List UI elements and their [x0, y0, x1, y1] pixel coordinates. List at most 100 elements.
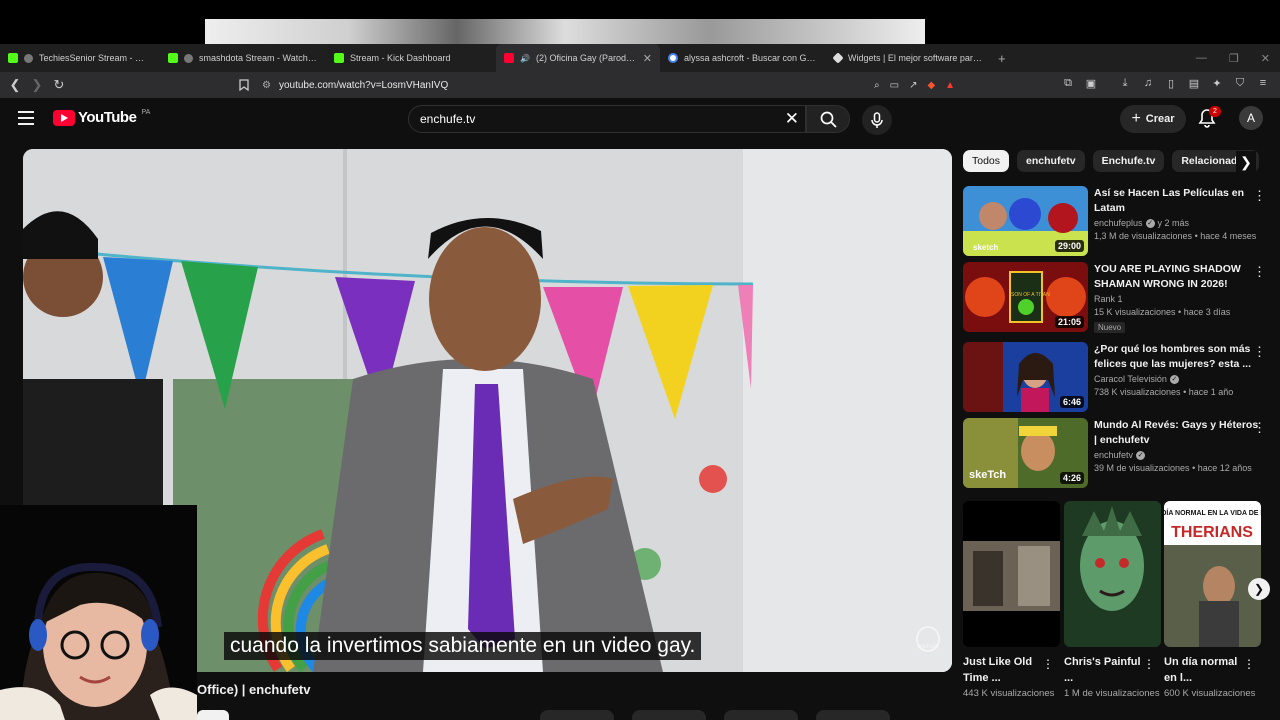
- create-button[interactable]: + Crear: [1120, 105, 1186, 133]
- recommendation-item[interactable]: sketch 29:00 Así se Hacen Las Películas …: [963, 186, 1280, 258]
- chip-enchufe-tv[interactable]: Enchufe.tv: [1092, 150, 1165, 172]
- youtube-logo[interactable]: YouTube PA: [53, 109, 150, 126]
- tab-title: smashdota Stream - Watch Live o: [199, 53, 318, 63]
- cast-icon[interactable]: ▭: [890, 80, 899, 91]
- browser-tab[interactable]: Widgets | El mejor software para pe: [826, 44, 990, 72]
- new-tab-button[interactable]: +: [990, 44, 1020, 72]
- short-item[interactable]: UN DÍA NORMAL EN LA VIDA DE LOS THERIANS…: [1164, 501, 1261, 720]
- reload-icon[interactable]: ↻: [48, 74, 70, 96]
- maximize-icon[interactable]: ❐: [1229, 52, 1239, 65]
- rewards-icon[interactable]: ▲: [945, 80, 955, 91]
- like-button[interactable]: [540, 710, 614, 720]
- address-toolbar: ❮ ❯ ↻ ⚙ youtube.com/watch?v=LosmVHanIVQ …: [0, 72, 1280, 98]
- video-thumbnail[interactable]: SON OF A TITAN 21:05: [963, 262, 1088, 332]
- short-item[interactable]: Chris's Painful ... 1 M de visualizacion…: [1064, 501, 1161, 720]
- back-icon[interactable]: ❮: [4, 74, 26, 96]
- more-options-icon[interactable]: ⋮: [1253, 344, 1266, 360]
- more-options-icon[interactable]: ⋮: [1243, 657, 1255, 671]
- hamburger-icon[interactable]: [18, 111, 34, 125]
- short-views: 443 K visualizaciones: [963, 688, 1055, 699]
- more-options-icon[interactable]: ⋮: [1253, 264, 1266, 280]
- short-thumbnail[interactable]: UN DÍA NORMAL EN LA VIDA DE LOS THERIANS: [1164, 501, 1261, 647]
- wallet-icon[interactable]: ▤: [1185, 74, 1203, 92]
- reading-list-icon[interactable]: ▯: [1162, 74, 1180, 92]
- voice-search-button[interactable]: [862, 105, 892, 135]
- forward-icon[interactable]: ❯: [26, 74, 48, 96]
- browser-tab[interactable]: alyssa ashcroft - Buscar con Google: [660, 44, 826, 72]
- channel-name[interactable]: enchufeplus: [1094, 218, 1143, 228]
- chip-enchufetv[interactable]: enchufetv: [1017, 150, 1085, 172]
- url-field[interactable]: ⚙ youtube.com/watch?v=LosmVHanIVQ ⌕ ▭ ↗ …: [262, 74, 1017, 96]
- vpn-icon[interactable]: ⛉: [1231, 74, 1249, 92]
- recommendation-item[interactable]: SON OF A TITAN 21:05 YOU ARE PLAYING SHA…: [963, 262, 1280, 334]
- channel-watermark[interactable]: enchufe: [916, 626, 940, 652]
- short-views: 1 M de visualizaciones: [1064, 688, 1160, 699]
- views-line: 39 M de visualizaciones • hace 12 años: [1094, 463, 1252, 473]
- notifications-button[interactable]: 2: [1198, 106, 1221, 130]
- subscribe-button[interactable]: [197, 710, 229, 720]
- browser-tab-active[interactable]: 🔊 (2) Oficina Gay (Parodia The O ✕: [496, 44, 660, 72]
- video-subtitle: cuando la invertimos sabiamente en un vi…: [224, 632, 702, 660]
- short-thumbnail-image: UN DÍA NORMAL EN LA VIDA DE LOS THERIANS: [1164, 501, 1261, 647]
- share-button[interactable]: [632, 710, 706, 720]
- search-button[interactable]: [806, 105, 850, 133]
- media-icon[interactable]: ♫: [1139, 74, 1157, 92]
- short-thumbnail[interactable]: [963, 501, 1060, 647]
- short-item[interactable]: Just Like Old Time ... 443 K visualizaci…: [963, 501, 1060, 720]
- channel-name[interactable]: enchufetv: [1094, 450, 1133, 460]
- tab-search-icon[interactable]: ▣: [1082, 74, 1100, 92]
- speaker-icon: 🔊: [520, 53, 530, 63]
- download-icon[interactable]: ⤓: [1116, 74, 1134, 92]
- leo-ai-icon[interactable]: ✦: [1208, 74, 1226, 92]
- browser-tab[interactable]: smashdota Stream - Watch Live o: [160, 44, 326, 72]
- more-options-icon[interactable]: ⋮: [1253, 420, 1266, 436]
- share-icon[interactable]: ↗: [909, 80, 917, 91]
- video-thumbnail[interactable]: skeTch 4:26: [963, 418, 1088, 488]
- brave-shield-icon[interactable]: ◆: [927, 80, 935, 91]
- extensions-area: ⧉ ▣ ⤓ ♫ ▯ ▤ ✦ ⛉ ≡: [1059, 74, 1272, 92]
- recommendation-item[interactable]: skeTch 4:26 Mundo Al Revés: Gays y Héter…: [963, 418, 1280, 490]
- extension-icon[interactable]: ⧉: [1059, 74, 1077, 92]
- save-button[interactable]: [816, 710, 890, 720]
- chip-todos[interactable]: Todos: [963, 150, 1010, 172]
- more-options-icon[interactable]: ⋮: [1042, 657, 1054, 671]
- youtube-header: YouTube PA enchufe.tv ✕ + Crear 2 A: [0, 98, 1280, 142]
- new-badge: Nuevo: [1094, 322, 1126, 333]
- chevron-right-icon[interactable]: ❯: [1248, 578, 1270, 600]
- video-thumbnail[interactable]: sketch 29:00: [963, 186, 1088, 256]
- browser-tab[interactable]: Stream - Kick Dashboard: [326, 44, 496, 72]
- channel-line: enchufetv ✓: [1094, 450, 1262, 460]
- chevron-right-icon[interactable]: ❯: [1236, 151, 1256, 173]
- browser-tab[interactable]: TechiesSenior Stream - Watch Live o: [0, 44, 160, 72]
- channel-line: enchufeplus ✓ y 2 más: [1094, 218, 1262, 228]
- verified-icon: ✓: [1136, 450, 1146, 460]
- bookmark-icon[interactable]: [233, 74, 255, 96]
- minimize-icon[interactable]: —: [1196, 52, 1207, 64]
- more-options-icon[interactable]: ⋮: [1253, 188, 1266, 204]
- menu-icon[interactable]: ≡: [1254, 74, 1272, 92]
- site-info-icon[interactable]: ⚙: [262, 80, 271, 91]
- google-icon: [668, 53, 678, 63]
- verified-icon: ✓: [1145, 218, 1155, 228]
- account-avatar[interactable]: A: [1239, 106, 1263, 130]
- svg-text:UN DÍA NORMAL EN LA VIDA DE LO: UN DÍA NORMAL EN LA VIDA DE LOS: [1164, 508, 1261, 517]
- more-options-icon[interactable]: ⋮: [1143, 657, 1155, 671]
- tab-title: alyssa ashcroft - Buscar con Google: [684, 53, 818, 63]
- close-window-icon[interactable]: ✕: [1261, 52, 1270, 65]
- zoom-icon[interactable]: ⌕: [874, 80, 880, 91]
- recommendation-item[interactable]: 6:46 ¿Por qué los hombres son más felice…: [963, 342, 1280, 414]
- channel-name[interactable]: Caracol Televisión: [1094, 374, 1167, 384]
- screen: TechiesSenior Stream - Watch Live o smas…: [0, 0, 1280, 720]
- channel-name[interactable]: Rank 1: [1094, 294, 1123, 304]
- clear-search-icon[interactable]: ✕: [785, 109, 799, 129]
- short-thumbnail-image: [1064, 501, 1161, 647]
- video-thumbnail[interactable]: 6:46: [963, 342, 1088, 412]
- short-views: 600 K visualizaciones: [1164, 688, 1256, 699]
- duration-badge: 21:05: [1054, 316, 1084, 328]
- download-button[interactable]: [724, 710, 798, 720]
- search-input[interactable]: enchufe.tv ✕: [408, 105, 806, 133]
- close-tab-icon[interactable]: ✕: [643, 52, 652, 65]
- short-thumbnail[interactable]: [1064, 501, 1161, 647]
- country-code: PA: [141, 109, 151, 116]
- audio-icon: [24, 53, 33, 63]
